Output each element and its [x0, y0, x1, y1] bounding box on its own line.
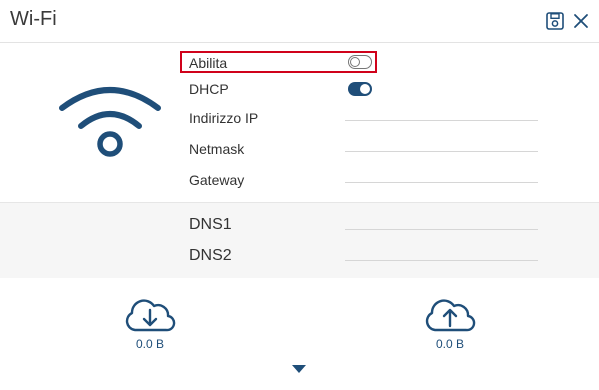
save-icon[interactable]	[545, 11, 565, 31]
wifi-icon	[59, 87, 161, 157]
cloud-download-icon	[125, 299, 176, 332]
dhcp-toggle[interactable]	[348, 82, 372, 96]
netmask-label: Netmask	[189, 141, 245, 157]
netmask-row: Netmask	[189, 138, 549, 160]
upload-value: 0.0 B	[435, 337, 465, 351]
dns2-label: DNS2	[189, 247, 232, 264]
close-icon[interactable]	[571, 11, 591, 31]
cloud-upload-icon	[425, 299, 476, 332]
download-value: 0.0 B	[135, 337, 165, 351]
window-header: Wi-Fi	[0, 0, 599, 43]
dns-section: DNS1 DNS2	[0, 202, 599, 279]
dhcp-label: DHCP	[189, 81, 229, 97]
netmask-input[interactable]	[345, 151, 538, 152]
dns2-input[interactable]	[345, 260, 538, 261]
gateway-input[interactable]	[345, 182, 538, 183]
ip-label: Indirizzo IP	[189, 110, 259, 126]
ip-input[interactable]	[345, 120, 538, 121]
dns1-input[interactable]	[345, 229, 538, 230]
abilita-label: Abilita	[189, 55, 228, 71]
dns2-row: DNS2	[189, 245, 549, 269]
ip-row: Indirizzo IP	[189, 107, 549, 129]
abilita-toggle[interactable]	[348, 55, 372, 69]
toggle-knob	[350, 57, 360, 67]
traffic-section: 0.0 B 0.0 B	[0, 278, 599, 390]
gateway-label: Gateway	[189, 172, 245, 188]
toggle-knob	[360, 84, 370, 94]
dns1-row: DNS1	[189, 214, 549, 238]
window-title: Wi-Fi	[10, 8, 57, 30]
gateway-row: Gateway	[189, 169, 549, 191]
dns1-label: DNS1	[189, 216, 232, 233]
chevron-down-icon[interactable]	[292, 365, 306, 373]
